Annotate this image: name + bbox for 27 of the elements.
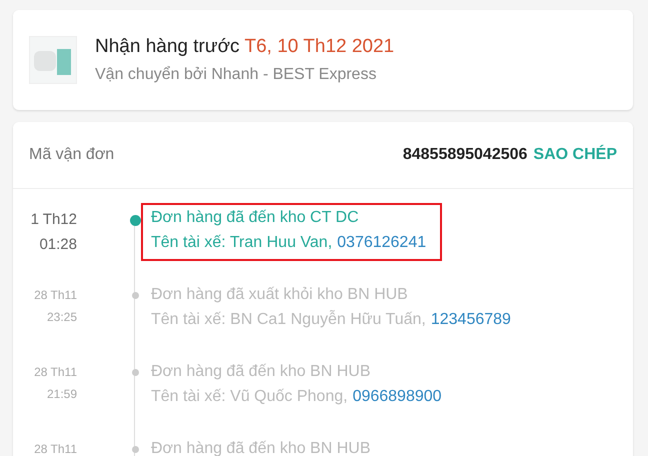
tracking-number: 84855895042506: [402, 146, 528, 164]
phone-link[interactable]: 0966898900: [352, 388, 442, 405]
event-date: 28 Th11: [33, 441, 77, 456]
driver-text: Tên tài xế: Tran Huu Van,: [151, 234, 332, 251]
carrier-text: Vận chuyển bởi Nhanh - BEST Express: [95, 66, 378, 84]
driver-text: Tên tài xế: BN Ca1 Nguyễn Hữu Tuấn,: [151, 311, 426, 328]
event-time: 21:59: [46, 386, 77, 403]
copy-link[interactable]: SAO CHÉP: [533, 146, 617, 164]
event-date: 28 Th11: [33, 364, 77, 381]
event-title: Đơn hàng đã đến kho BN HUB: [151, 439, 371, 456]
delivery-estimate: Nhận hàng trước T6, 10 Th12 2021: [95, 36, 394, 58]
timeline-dot-icon: [130, 215, 141, 226]
event-title: Đơn hàng đã đến kho CT DC: [151, 208, 360, 228]
event-title: Đơn hàng đã xuất khỏi kho BN HUB: [151, 285, 409, 305]
event-time: 23:25: [46, 309, 77, 326]
product-thumbnail: [29, 36, 77, 84]
event-date: 1 Th12: [30, 210, 77, 230]
event-time: 01:28: [38, 235, 77, 255]
tracking-label: Mã vận đơn: [29, 146, 116, 164]
timeline-dot-icon: [132, 446, 139, 453]
driver-text: Tên tài xế: Vũ Quốc Phong,: [151, 388, 348, 405]
event-title: Đơn hàng đã đến kho BN HUB: [151, 362, 372, 382]
phone-link[interactable]: 123456789: [430, 311, 511, 328]
event-date: 28 Th11: [33, 287, 77, 304]
phone-link[interactable]: 0376126241: [337, 234, 426, 251]
timeline-dot-icon: [132, 292, 139, 299]
timeline-dot-icon: [132, 369, 139, 376]
